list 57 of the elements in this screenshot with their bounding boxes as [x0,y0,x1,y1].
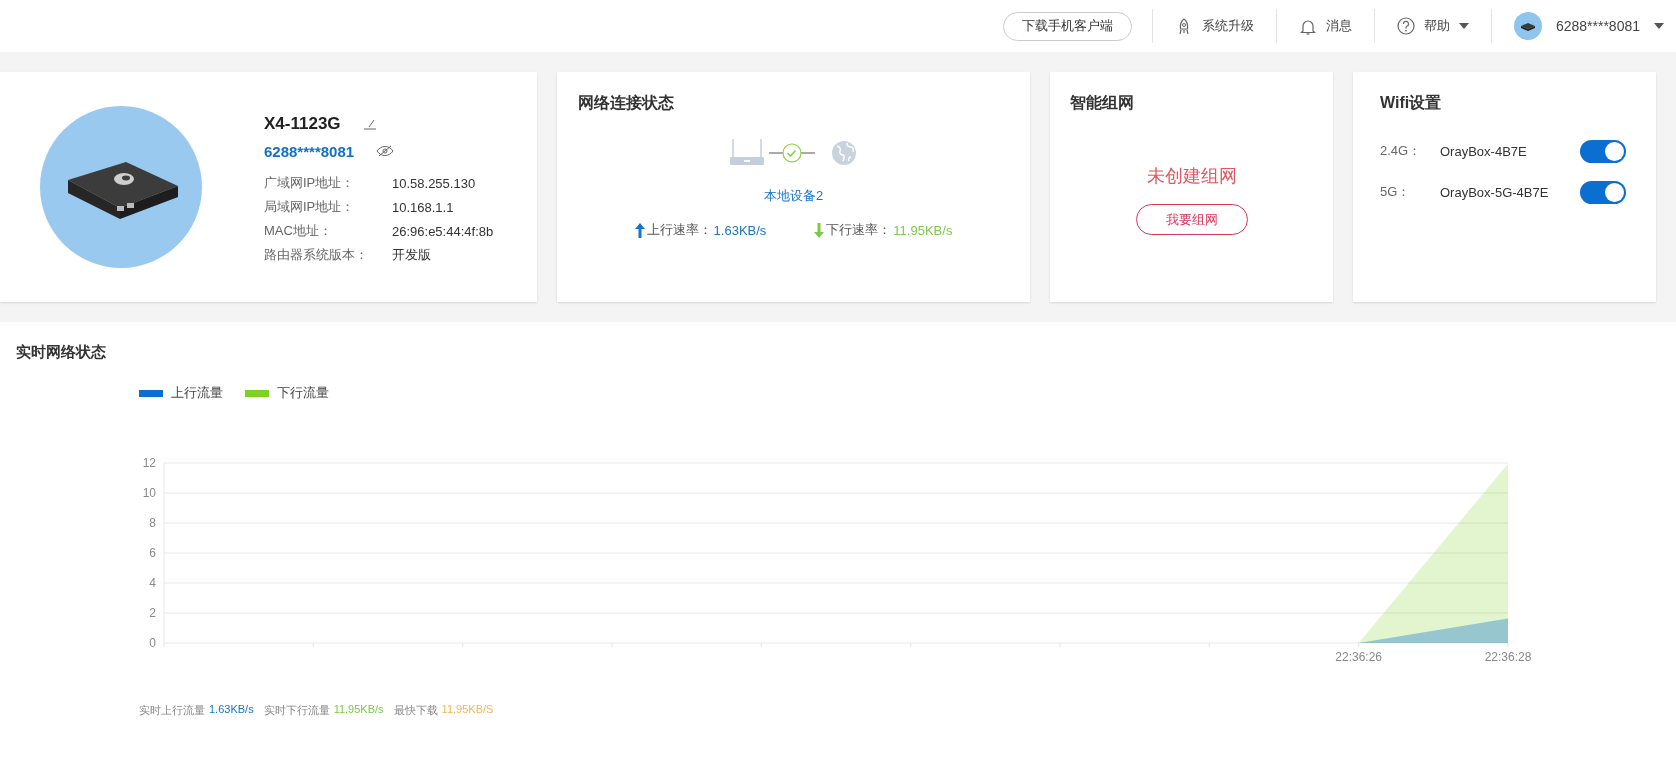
info-label: 局域网IP地址： [264,198,356,216]
help-icon[interactable] [1396,17,1415,35]
axis-label: 2 [149,606,156,620]
edit-icon[interactable] [362,118,377,130]
info-value: 开发版 [392,246,431,264]
axis-label: 22:36:26 [1335,650,1383,664]
download-app-button[interactable]: 下载手机客户端 [1002,11,1132,41]
mesh-status: 未创建组网 [1146,165,1237,188]
stat-value: 11.95KB/S [441,703,494,717]
menu-item[interactable]: 系统升级 [1201,17,1254,35]
device-id: 6288****8081 [264,142,355,160]
bell-icon[interactable] [1298,17,1317,35]
menu-item[interactable]: 消息 [1325,17,1352,35]
caret-icon[interactable] [1654,23,1664,29]
legend-label[interactable]: 上行流量 [171,384,223,402]
wifi-name: OrayBox-4B7E [1440,143,1528,159]
caret-icon[interactable] [1458,23,1469,29]
legend-label[interactable]: 下行流量 [277,384,329,402]
info-label: 广域网IP地址： [264,174,356,192]
axis-label: 6 [149,546,156,560]
info-value: 10.58.255.130 [392,175,476,191]
card-title: 网络连接状态 [578,93,675,113]
rate-value: 1.63KB/s [713,222,767,238]
menu-item[interactable]: 帮助 [1423,17,1450,35]
device-name: X4-1123G [264,114,341,134]
up-arrow-icon [634,222,645,238]
stat-label: 实时下行流量 [263,703,330,718]
stat-label: 实时上行流量 [139,703,205,718]
stat-label: 最快下载 [393,703,438,718]
info-label: MAC地址： [264,222,333,240]
eye-slash-icon[interactable] [376,145,395,157]
create-mesh-button[interactable]: 我要组网 [1135,204,1248,235]
wifi-toggle[interactable] [1580,180,1626,204]
info-label: 路由器系统版本： [264,246,369,264]
section-title: 实时网络状态 [16,342,107,362]
band-label: 2.4G： [1380,142,1423,160]
stat-value: 1.63KB/s [209,703,254,717]
axis-label: 12 [142,456,156,470]
rate-label: 上行速率： [646,221,712,239]
wifi-toggle[interactable] [1580,139,1626,163]
band-label: 5G： [1380,183,1412,201]
axis-label: 10 [142,486,156,500]
info-value: 26:96:e5:44:4f:8b [392,223,494,239]
account-name[interactable]: 6288****8081 [1555,18,1640,34]
device-link[interactable]: 本地设备2 [578,187,1009,205]
stat-value: 11.95KB/s [333,703,384,717]
info-value: 10.168.1.1 [392,199,454,215]
wifi-name: OrayBox-5G-4B7E [1440,184,1550,200]
card-title: 智能组网 [1070,93,1134,113]
rate-label: 下行速率： [826,221,892,239]
axis-label: 0 [149,636,156,650]
axis-label: 4 [149,576,156,590]
down-arrow-icon [814,222,825,238]
card-title: Wifi设置 [1380,93,1443,113]
axis-label: 8 [149,516,156,530]
axis-label: 22:36:28 [1484,650,1532,664]
rate-value: 11.95KB/s [893,222,953,238]
